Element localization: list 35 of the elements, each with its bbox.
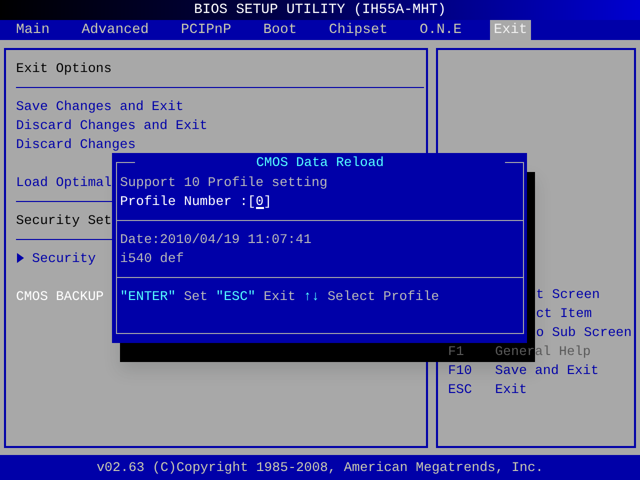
hint-text: Select Profile bbox=[327, 289, 440, 304]
help-text: Save and Exit bbox=[495, 362, 599, 378]
submenu-arrow-icon bbox=[16, 253, 24, 263]
menu-tab[interactable]: PCIPnP bbox=[176, 20, 236, 40]
key-label: "ESC" bbox=[216, 289, 256, 304]
key-label: "ENTER" bbox=[120, 289, 176, 304]
key-label: ↑↓ bbox=[304, 289, 320, 304]
menu-tab[interactable]: Boot bbox=[259, 20, 301, 40]
dialog-note: Support 10 Profile setting bbox=[120, 174, 328, 192]
profile-info: Date:2010/04/19 11:07:41 bbox=[120, 231, 313, 249]
help-text: o Sub Screen bbox=[536, 324, 632, 340]
help-text: ct Item bbox=[536, 306, 592, 320]
field-label: Profile Number : bbox=[120, 194, 248, 209]
menu-tab[interactable]: O.N.E bbox=[416, 20, 466, 40]
menu-item[interactable]: Save Changes and Exit bbox=[16, 96, 424, 116]
help-text: Exit bbox=[495, 382, 527, 396]
key-label: F1 bbox=[448, 342, 465, 360]
submenu-item[interactable]: Security bbox=[32, 248, 96, 268]
section-heading: Exit Options bbox=[16, 60, 113, 78]
help-text: t Screen bbox=[536, 286, 600, 302]
hint-text: Exit bbox=[264, 289, 296, 304]
key-label: F10 bbox=[448, 362, 473, 380]
window-title: BIOS SETUP UTILITY (IH55A-MHT) bbox=[0, 0, 640, 20]
menu-tab[interactable]: Main bbox=[12, 20, 54, 40]
input-field[interactable]: [0] bbox=[248, 192, 272, 211]
menu-tab[interactable]: Advanced bbox=[78, 20, 153, 40]
text-cursor bbox=[256, 207, 264, 209]
profile-info: i540 def bbox=[120, 250, 185, 268]
section-heading: Security Set bbox=[16, 212, 113, 230]
hint-text: Set bbox=[184, 289, 208, 304]
menu-item[interactable]: Discard Changes and Exit bbox=[16, 116, 424, 134]
copyright-bar: v02.63 (C)Copyright 1985-2008, American Megatrends, Inc. bbox=[0, 455, 640, 480]
key-label: ESC bbox=[448, 380, 473, 398]
menu-tab[interactable]: Chipset bbox=[324, 20, 392, 40]
menu-item[interactable]: Discard Changes bbox=[16, 134, 424, 154]
